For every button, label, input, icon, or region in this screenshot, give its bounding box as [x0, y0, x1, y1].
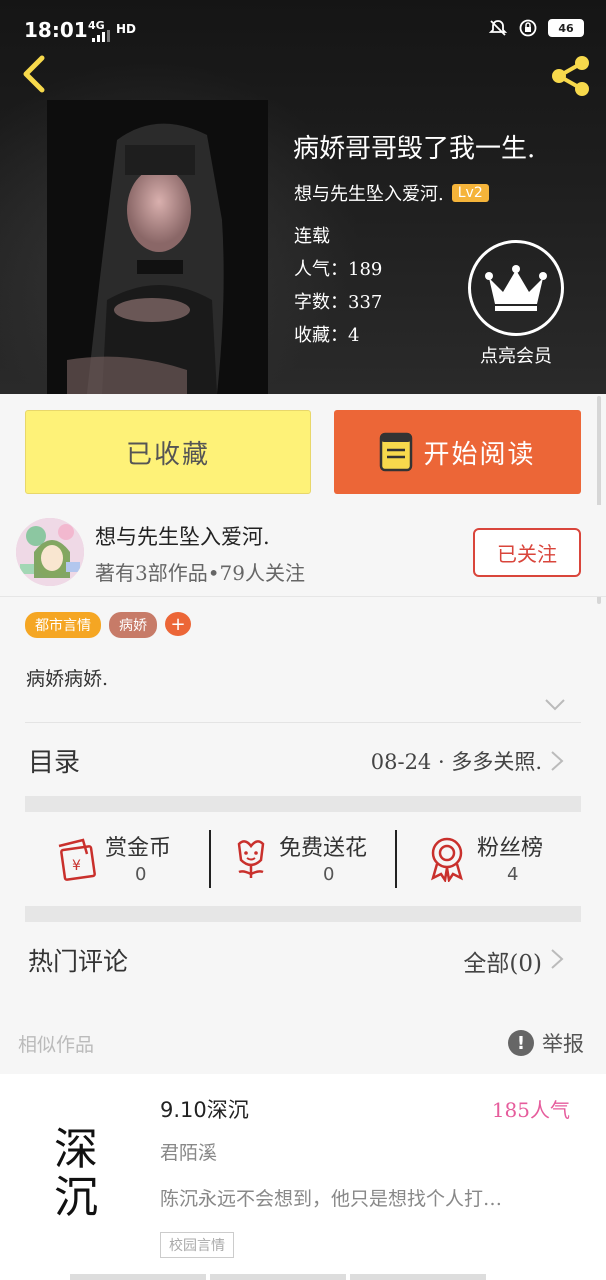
- mute-bell-icon: [488, 20, 508, 36]
- reward-coins-count: 0: [135, 864, 147, 885]
- add-tag-button[interactable]: +: [165, 612, 191, 636]
- exclamation-icon: !: [508, 1030, 534, 1056]
- hd-indicator: HD: [116, 22, 137, 36]
- flower-icon: [237, 840, 265, 878]
- divider: [25, 722, 581, 723]
- fan-ranking-label: 粉丝榜: [477, 836, 544, 861]
- hot-comments-row[interactable]: 热门评论 全部(0): [0, 924, 606, 996]
- similar-book-author: 君陌溪: [160, 1142, 218, 1164]
- report-label: 举报: [542, 1032, 584, 1056]
- tag-urban-romance[interactable]: 都市言情: [25, 612, 101, 638]
- data-saver-icon: [519, 19, 537, 37]
- crown-icon: [468, 240, 564, 336]
- section-separator: [25, 796, 581, 812]
- report-button[interactable]: ! 举报: [508, 1028, 584, 1058]
- chevron-right-icon: [551, 949, 564, 969]
- send-flower-button[interactable]: 免费送花 0: [211, 812, 397, 906]
- similar-works-heading: 相似作品: [18, 1034, 95, 1056]
- book-icon: [380, 432, 413, 472]
- fan-ranking-button[interactable]: 粉丝榜 4: [397, 812, 581, 906]
- popularity-count: 人气：189: [294, 259, 383, 280]
- author-avatar[interactable]: [16, 518, 84, 586]
- similar-book-cover-text: 深沉: [54, 1124, 98, 1223]
- tag-yandere[interactable]: 病娇: [109, 612, 157, 638]
- book-author[interactable]: 想与先生坠入爱河.: [294, 180, 444, 206]
- similar-book-card[interactable]: 深沉 9.10深沉 185人气 君陌溪 陈沉永远不会想到，他只是想找个人打… 校…: [0, 1074, 606, 1280]
- share-icon[interactable]: [548, 54, 594, 98]
- battery-indicator: 46: [548, 19, 584, 37]
- serial-status: 连载: [294, 226, 330, 247]
- favorites-count: 收藏：4: [294, 325, 360, 346]
- level-badge: Lv2: [451, 184, 489, 202]
- medal-icon: [431, 837, 463, 882]
- book-description: 病娇病娇.: [26, 668, 109, 690]
- signal-icon: [92, 30, 110, 42]
- vip-label: 点亮会员: [480, 346, 552, 367]
- vip-button[interactable]: 点亮会员: [468, 240, 564, 368]
- chevron-right-icon: [551, 751, 564, 771]
- svg-text:¥: ¥: [72, 858, 81, 874]
- support-stats: ¥ 赏金币 0 免费送花 0 粉丝榜 4: [25, 812, 581, 906]
- hot-comments-label: 热门评论: [28, 947, 129, 976]
- reward-coins-button[interactable]: ¥ 赏金币 0: [25, 812, 211, 906]
- table-of-contents-row[interactable]: 目录 08-24 · 多多关照.: [0, 724, 606, 794]
- section-separator: [25, 906, 581, 922]
- book-cover-image[interactable]: [47, 100, 268, 394]
- send-flower-label: 免费送花: [279, 836, 368, 861]
- red-envelope-icon: ¥: [58, 838, 96, 881]
- chevron-down-icon[interactable]: [544, 698, 566, 712]
- author-card[interactable]: 想与先生坠入爱河. 著有3部作品•79人关注 已关注: [0, 505, 606, 597]
- author-card-name[interactable]: 想与先生坠入爱河.: [95, 521, 270, 551]
- similar-book-tag[interactable]: 校园言情: [160, 1232, 234, 1258]
- fan-ranking-count: 4: [507, 864, 519, 885]
- author-card-summary: 著有3部作品•79人关注: [95, 561, 305, 585]
- tag-list: 都市言情 病娇 +: [25, 612, 191, 638]
- latest-chapter[interactable]: 08-24 · 多多关照.: [371, 746, 542, 776]
- start-reading-button[interactable]: 开始阅读: [334, 410, 581, 494]
- followed-button[interactable]: 已关注: [473, 528, 581, 577]
- toc-label: 目录: [28, 748, 81, 778]
- status-bar: 18:01 4G HD 46: [0, 0, 606, 60]
- send-flower-count: 0: [323, 864, 335, 885]
- favorited-button[interactable]: 已收藏: [25, 410, 311, 494]
- back-arrow-icon[interactable]: [16, 54, 52, 94]
- similar-book-description: 陈沉永远不会想到，他只是想找个人打…: [160, 1188, 503, 1210]
- all-comments-link[interactable]: 全部(0): [463, 944, 542, 978]
- similar-book-title[interactable]: 9.10深沉: [160, 1094, 249, 1124]
- status-time: 18:01: [24, 18, 88, 42]
- book-author-row[interactable]: 想与先生坠入爱河. Lv2: [294, 180, 489, 206]
- book-header: 18:01 4G HD 46 病娇哥哥毁了我一生. 想与先生坠入爱河. Lv2 …: [0, 0, 606, 394]
- similar-book-popularity: 185人气: [491, 1098, 570, 1122]
- reward-coins-label: 赏金币: [105, 836, 172, 861]
- bottom-indicator: [0, 1274, 606, 1280]
- book-title: 病娇哥哥毁了我一生.: [293, 134, 536, 164]
- word-count: 字数：337: [294, 292, 383, 313]
- start-reading-label: 开始阅读: [423, 439, 536, 470]
